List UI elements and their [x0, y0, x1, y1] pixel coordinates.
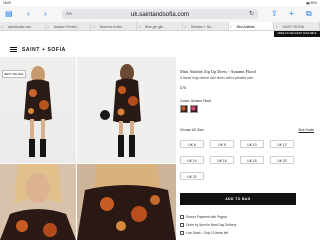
- sidebar-icon[interactable]: ▤: [5, 10, 13, 18]
- product-subtitle: A flared long sleeve mini dress with a p…: [180, 76, 253, 80]
- alert-icon: [180, 231, 184, 235]
- colour-swatch-autumn-floral[interactable]: [180, 105, 188, 113]
- menu-icon[interactable]: [10, 47, 17, 52]
- product-title: Mini Adaline Zip Up Dress - Autumn Flora…: [180, 69, 256, 74]
- forward-icon[interactable]: ›: [44, 10, 47, 18]
- url-text[interactable]: uk.saintandsofia.com: [62, 11, 258, 18]
- product-image-3[interactable]: [0, 164, 76, 240]
- size-option[interactable]: UK 20: [270, 156, 294, 164]
- close-icon[interactable]: ×: [184, 25, 186, 29]
- browser-toolbar: ▤ ‹ › AA uk.saintandsofia.com ↻ ⇪ + ⧉: [0, 6, 320, 22]
- tab-2[interactable]: × Autumn Printed...: [46, 22, 92, 30]
- new-tab-icon[interactable]: +: [289, 10, 294, 18]
- add-to-bag-button[interactable]: ADD TO BAG: [180, 193, 296, 205]
- size-option[interactable]: UK 16: [210, 156, 234, 164]
- site-logo[interactable]: SAINT + SOFIA: [22, 47, 66, 53]
- close-icon[interactable]: ×: [93, 25, 95, 29]
- status-time: 18:09: [3, 1, 11, 5]
- size-option[interactable]: UK 14: [180, 156, 204, 164]
- size-label: Choose UK Size:: [180, 128, 205, 132]
- size-option[interactable]: UK 12: [270, 140, 294, 148]
- tab-5[interactable]: × Dresses + Sk...: [183, 22, 229, 30]
- product-price: £75: [180, 86, 186, 90]
- tab-bar: × saint&sofia.com × Autumn Printed... × Wom…: [0, 22, 320, 31]
- info-delivery: Order by 5pm for Next Day Delivery: [180, 223, 236, 227]
- tab-3[interactable]: × Womens Knitw...: [91, 22, 138, 30]
- site-header: SAINT + SOFIA: [0, 37, 320, 57]
- close-icon[interactable]: ×: [139, 25, 141, 29]
- tab-7[interactable]: × SAINT+SOFIA: [274, 22, 320, 30]
- back-icon[interactable]: ‹: [27, 10, 30, 18]
- close-icon[interactable]: ×: [230, 25, 232, 29]
- product-image-2[interactable]: [77, 57, 176, 163]
- size-option[interactable]: UK 8: [210, 140, 234, 148]
- colour-label: Colour: Autumn Floral: [180, 99, 211, 103]
- product-image-4[interactable]: [77, 164, 176, 240]
- size-option[interactable]: UK 10: [240, 140, 264, 148]
- address-bar[interactable]: AA uk.saintandsofia.com ↻: [62, 9, 258, 19]
- lock-icon: [180, 215, 184, 219]
- tab-6-active[interactable]: × Mini Adaline...: [228, 22, 275, 30]
- tabs-icon[interactable]: ⧉: [306, 10, 312, 18]
- close-icon[interactable]: ×: [2, 25, 4, 29]
- best-seller-badge: BEST SELLER: [2, 70, 26, 78]
- tab-4[interactable]: × Blue girl gift...: [137, 22, 183, 30]
- size-option[interactable]: UK 6: [180, 140, 204, 148]
- truck-icon: [180, 223, 184, 227]
- battery-indicator: ▮▮ 52%: [306, 1, 317, 5]
- info-low-stock: Low Stock - Only 10 items left: [180, 231, 228, 235]
- size-guide-link[interactable]: Size Guide: [298, 128, 314, 132]
- close-icon[interactable]: ×: [276, 25, 278, 29]
- size-option[interactable]: UK 18: [240, 156, 264, 164]
- tab-1[interactable]: × saint&sofia.com: [0, 22, 46, 30]
- reload-icon[interactable]: ↻: [249, 10, 254, 17]
- product-details: Mini Adaline Zip Up Dress - Autumn Flora…: [180, 57, 320, 240]
- share-icon[interactable]: ⇪: [271, 10, 278, 18]
- close-icon[interactable]: ×: [47, 25, 49, 29]
- info-secure-payment: Secure Payment with Paypal: [180, 215, 227, 219]
- size-option[interactable]: UK 22: [180, 172, 204, 180]
- colour-swatch-alt[interactable]: [190, 105, 198, 113]
